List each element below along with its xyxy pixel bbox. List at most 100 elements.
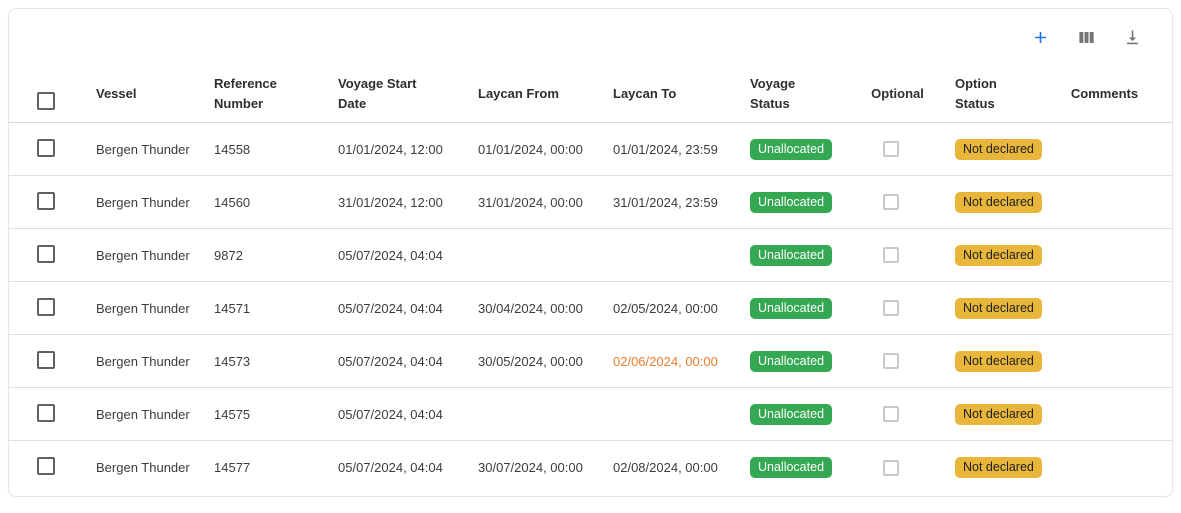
- table-row: Bergen Thunder 14571 05/07/2024, 04:04 3…: [9, 282, 1172, 335]
- laycan-from-cell: 30/04/2024, 00:00: [478, 301, 613, 316]
- vessel-cell: Bergen Thunder: [96, 407, 214, 422]
- voyage-status-cell: Unallocated: [750, 139, 850, 160]
- voyage-status-cell: Unallocated: [750, 298, 850, 319]
- voyage-status-badge: Unallocated: [750, 404, 832, 425]
- option-status-cell: Not declared: [955, 457, 1061, 478]
- voyage-start-date-cell: 05/07/2024, 04:04: [338, 301, 478, 316]
- columns-icon: [1077, 28, 1096, 47]
- reference-number-cell: 14560: [214, 195, 338, 210]
- option-status-cell: Not declared: [955, 404, 1061, 425]
- laycan-from-cell: 30/05/2024, 00:00: [478, 354, 613, 369]
- row-checkbox[interactable]: [37, 457, 55, 475]
- voyage-status-badge: Unallocated: [750, 245, 832, 266]
- reference-number-cell: 14571: [214, 301, 338, 316]
- column-header-laycan-to[interactable]: Laycan To: [613, 84, 750, 104]
- option-status-badge: Not declared: [955, 192, 1042, 213]
- vessel-cell: Bergen Thunder: [96, 354, 214, 369]
- voyage-status-cell: Unallocated: [750, 245, 850, 266]
- row-checkbox[interactable]: [37, 139, 55, 157]
- voyage-status-cell: Unallocated: [750, 404, 850, 425]
- optional-checkbox[interactable]: [883, 141, 899, 157]
- laycan-to-cell: 02/06/2024, 00:00: [613, 354, 750, 369]
- option-status-badge: Not declared: [955, 351, 1042, 372]
- laycan-to-cell: 02/08/2024, 00:00: [613, 460, 750, 475]
- row-select-cell: [9, 139, 96, 160]
- optional-checkbox[interactable]: [883, 247, 899, 263]
- vessel-cell: Bergen Thunder: [96, 142, 214, 157]
- column-header-voyage-status[interactable]: Voyage Status: [750, 74, 850, 114]
- optional-cell: [850, 406, 955, 422]
- option-status-badge: Not declared: [955, 139, 1042, 160]
- laycan-from-cell: 01/01/2024, 00:00: [478, 142, 613, 157]
- optional-cell: [850, 300, 955, 316]
- table-row: Bergen Thunder 14575 05/07/2024, 04:04 U…: [9, 388, 1172, 441]
- vessel-cell: Bergen Thunder: [96, 195, 214, 210]
- row-checkbox[interactable]: [37, 245, 55, 263]
- column-header-option-status[interactable]: Option Status: [955, 74, 1061, 114]
- laycan-from-cell: 30/07/2024, 00:00: [478, 460, 613, 475]
- row-checkbox[interactable]: [37, 192, 55, 210]
- voyage-start-date-cell: 05/07/2024, 04:04: [338, 407, 478, 422]
- reference-number-cell: 14577: [214, 460, 338, 475]
- option-status-cell: Not declared: [955, 245, 1061, 266]
- optional-cell: [850, 353, 955, 369]
- voyage-status-cell: Unallocated: [750, 192, 850, 213]
- voyage-table-card: Vessel Reference Number Voyage Start Dat…: [8, 8, 1173, 497]
- download-button[interactable]: [1120, 26, 1144, 50]
- column-header-vessel[interactable]: Vessel: [96, 84, 214, 104]
- laycan-from-cell: 31/01/2024, 00:00: [478, 195, 613, 210]
- optional-checkbox[interactable]: [883, 460, 899, 476]
- table-row: Bergen Thunder 14577 05/07/2024, 04:04 3…: [9, 441, 1172, 494]
- reference-number-cell: 14558: [214, 142, 338, 157]
- row-checkbox[interactable]: [37, 298, 55, 316]
- row-select-cell: [9, 404, 96, 425]
- row-checkbox[interactable]: [37, 404, 55, 422]
- reference-number-cell: 14575: [214, 407, 338, 422]
- add-icon: [1031, 28, 1050, 47]
- select-all-checkbox[interactable]: [37, 92, 55, 110]
- optional-checkbox[interactable]: [883, 300, 899, 316]
- table-row: Bergen Thunder 14560 31/01/2024, 12:00 3…: [9, 176, 1172, 229]
- row-select-cell: [9, 245, 96, 266]
- row-select-cell: [9, 298, 96, 319]
- table-row: Bergen Thunder 14558 01/01/2024, 12:00 0…: [9, 123, 1172, 176]
- table-body: Bergen Thunder 14558 01/01/2024, 12:00 0…: [9, 123, 1172, 494]
- table-toolbar: [9, 9, 1172, 66]
- voyage-start-date-cell: 01/01/2024, 12:00: [338, 142, 478, 157]
- row-select-cell: [9, 457, 96, 478]
- laycan-to-cell: 02/05/2024, 00:00: [613, 301, 750, 316]
- voyage-status-cell: Unallocated: [750, 457, 850, 478]
- option-status-badge: Not declared: [955, 245, 1042, 266]
- optional-cell: [850, 247, 955, 263]
- option-status-badge: Not declared: [955, 457, 1042, 478]
- vessel-cell: Bergen Thunder: [96, 301, 214, 316]
- row-select-cell: [9, 192, 96, 213]
- option-status-badge: Not declared: [955, 404, 1042, 425]
- column-header-voyage-start-date[interactable]: Voyage Start Date: [338, 74, 478, 114]
- column-header-reference-number[interactable]: Reference Number: [214, 74, 338, 114]
- column-header-comments[interactable]: Comments: [1061, 84, 1172, 104]
- select-all-cell: [9, 72, 96, 116]
- manage-columns-button[interactable]: [1074, 26, 1098, 50]
- voyage-start-date-cell: 05/07/2024, 04:04: [338, 248, 478, 263]
- optional-checkbox[interactable]: [883, 353, 899, 369]
- optional-cell: [850, 194, 955, 210]
- voyage-start-date-cell: 05/07/2024, 04:04: [338, 354, 478, 369]
- option-status-cell: Not declared: [955, 192, 1061, 213]
- table-row: Bergen Thunder 14573 05/07/2024, 04:04 3…: [9, 335, 1172, 388]
- optional-checkbox[interactable]: [883, 406, 899, 422]
- voyage-start-date-cell: 31/01/2024, 12:00: [338, 195, 478, 210]
- voyage-status-badge: Unallocated: [750, 192, 832, 213]
- column-header-laycan-from[interactable]: Laycan From: [478, 84, 613, 104]
- add-row-button[interactable]: [1028, 26, 1052, 50]
- voyage-status-badge: Unallocated: [750, 351, 832, 372]
- option-status-cell: Not declared: [955, 139, 1061, 160]
- reference-number-cell: 14573: [214, 354, 338, 369]
- row-select-cell: [9, 351, 96, 372]
- column-header-optional[interactable]: Optional: [850, 84, 955, 104]
- optional-checkbox[interactable]: [883, 194, 899, 210]
- table-row: Bergen Thunder 9872 05/07/2024, 04:04 Un…: [9, 229, 1172, 282]
- voyage-start-date-cell: 05/07/2024, 04:04: [338, 460, 478, 475]
- option-status-cell: Not declared: [955, 298, 1061, 319]
- row-checkbox[interactable]: [37, 351, 55, 369]
